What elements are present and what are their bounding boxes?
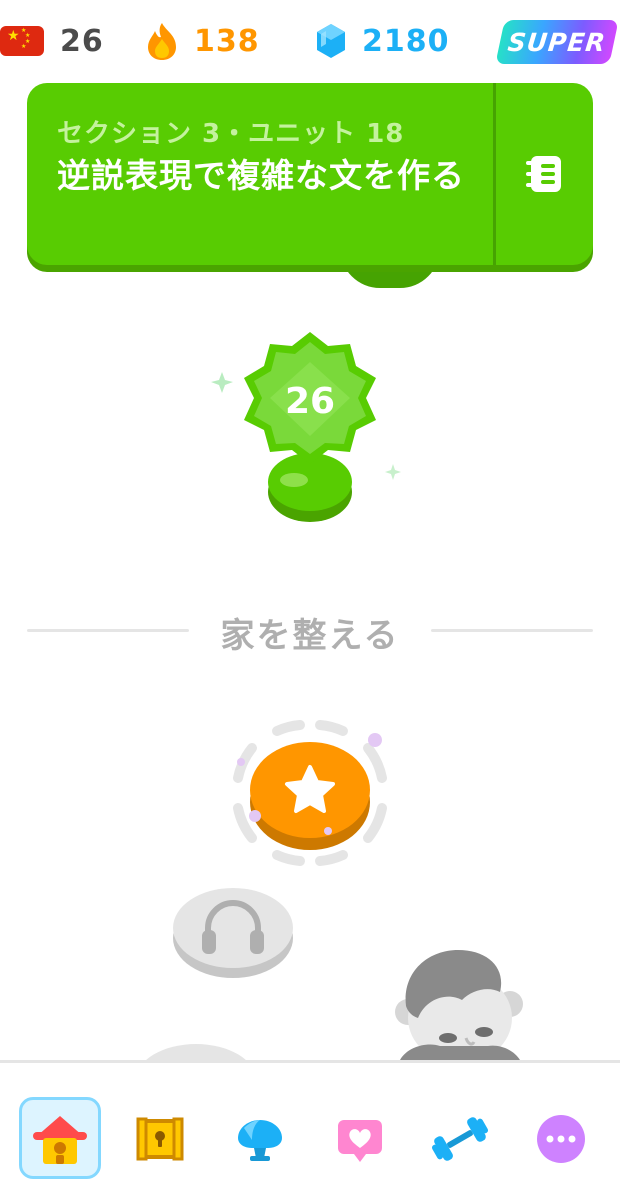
bottom-navigation [0, 1060, 620, 1203]
china-flag-icon: ★ ★ ★ ★ ★ [0, 26, 44, 56]
nav-treasure[interactable] [120, 1099, 200, 1179]
gems-count: 2180 [362, 23, 450, 59]
heart-letter-icon [338, 1120, 382, 1162]
streak-counter[interactable]: 138 [144, 18, 260, 64]
section-divider-line-right [431, 629, 593, 632]
locked-lesson-node[interactable] [136, 1042, 256, 1060]
language-selector[interactable]: ★ ★ ★ ★ ★ 26 [0, 18, 104, 64]
locked-audio-node[interactable] [170, 884, 296, 980]
flame-icon [148, 23, 176, 60]
guidebook-button[interactable] [496, 83, 593, 265]
gem-icon [317, 24, 345, 58]
section-divider-line-left [27, 629, 189, 632]
section-divider-label: 家を整える [220, 616, 400, 656]
unit-kicker: セクション 3・ユニット 18 [57, 119, 405, 149]
nav-heart[interactable] [320, 1099, 400, 1179]
super-badge[interactable]: SUPER [495, 20, 619, 64]
language-level-count: 26 [60, 23, 104, 59]
treasure-chest-icon [136, 1117, 184, 1161]
character-icon [395, 950, 523, 1060]
trophy-badge-number: 26 [285, 381, 335, 422]
nav-more[interactable] [521, 1099, 601, 1179]
current-lesson-node[interactable] [225, 718, 395, 878]
dumbbell-icon [431, 1117, 489, 1161]
nav-practice[interactable] [420, 1099, 500, 1179]
home-icon [33, 1116, 87, 1164]
unit-header-card[interactable]: セクション 3・ユニット 18 逆説表現で複雑な文を作る [27, 83, 593, 265]
leaderboard-shell-icon [238, 1120, 282, 1161]
guidebook-icon [525, 156, 561, 192]
top-status-bar: ★ ★ ★ ★ ★ 26 138 2180 SUPER [0, 0, 620, 84]
unit-title: 逆説表現で複雑な文を作る [57, 156, 465, 195]
super-badge-label: SUPER [506, 27, 608, 57]
nav-leaderboard[interactable] [220, 1099, 300, 1179]
streak-count: 138 [194, 23, 260, 59]
more-icon [537, 1115, 585, 1163]
trophy-badge-icon[interactable]: 26 [200, 320, 420, 530]
nav-home[interactable] [19, 1097, 101, 1179]
gems-counter[interactable]: 2180 [314, 18, 450, 64]
